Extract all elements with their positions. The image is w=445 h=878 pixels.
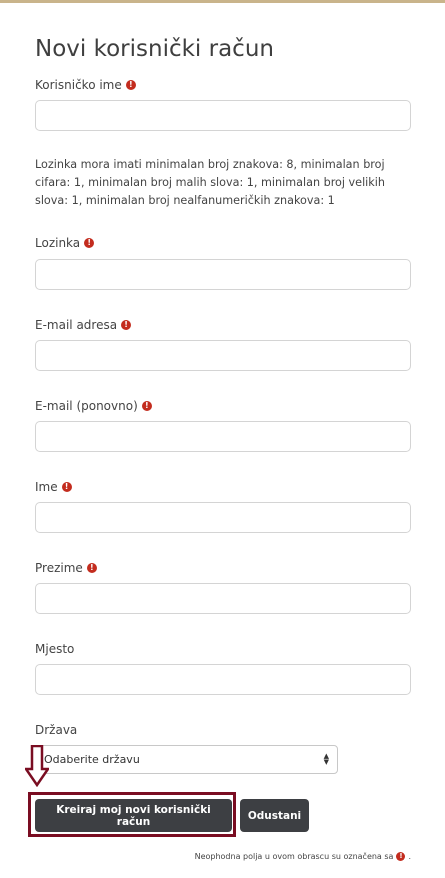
down-arrow-icon [25,745,49,787]
last-name-label-text: Prezime [35,561,83,575]
email-repeat-label-text: E-mail (ponovno) [35,399,138,413]
username-input[interactable] [35,100,411,131]
city-input[interactable] [35,664,411,695]
select-arrows-icon: ▲ ▼ [323,752,329,766]
required-icon: ! [396,852,406,861]
first-name-label-text: Ime [35,480,58,494]
city-label: Mjesto [35,642,74,656]
note-period: . [408,852,411,861]
city-label-text: Mjesto [35,642,75,656]
required-icon: ! [141,401,152,411]
email-label: E-mail adresa ! [35,318,132,332]
email-label-text: E-mail adresa [35,318,118,332]
country-label: Država [35,723,77,737]
required-icon: ! [86,563,97,573]
last-name-input[interactable] [35,583,411,614]
username-label: Korisničko ime ! [35,78,136,92]
page-title: Novi korisnički račun [35,36,274,62]
country-select-value: Odaberite državu [44,753,140,766]
country-select[interactable]: Odaberite državu ▲ ▼ [35,745,338,774]
cancel-button[interactable]: Odustani [240,799,309,832]
username-label-text: Korisničko ime [35,78,122,92]
password-label: Lozinka ! [35,236,95,250]
password-input[interactable] [35,259,411,290]
first-name-input[interactable] [35,502,411,533]
required-fields-note: Neophodna polja u ovom obrascu su označe… [195,852,411,861]
page-top-border [0,0,445,3]
last-name-label: Prezime ! [35,561,97,575]
email-repeat-label: E-mail (ponovno) ! [35,399,152,413]
country-label-text: Država [35,723,78,737]
email-repeat-input[interactable] [35,421,411,452]
create-account-button[interactable]: Kreiraj moj novi korisnički račun [35,799,232,832]
required-icon: ! [121,320,132,330]
required-fields-note-text: Neophodna polja u ovom obrascu su označe… [194,852,394,861]
password-policy-text: Lozinka mora imati minimalan broj znakov… [35,158,385,207]
required-icon: ! [61,482,72,492]
email-input[interactable] [35,340,411,371]
required-icon: ! [84,238,95,248]
required-icon: ! [125,80,136,90]
password-label-text: Lozinka [35,236,81,250]
first-name-label: Ime ! [35,480,72,494]
